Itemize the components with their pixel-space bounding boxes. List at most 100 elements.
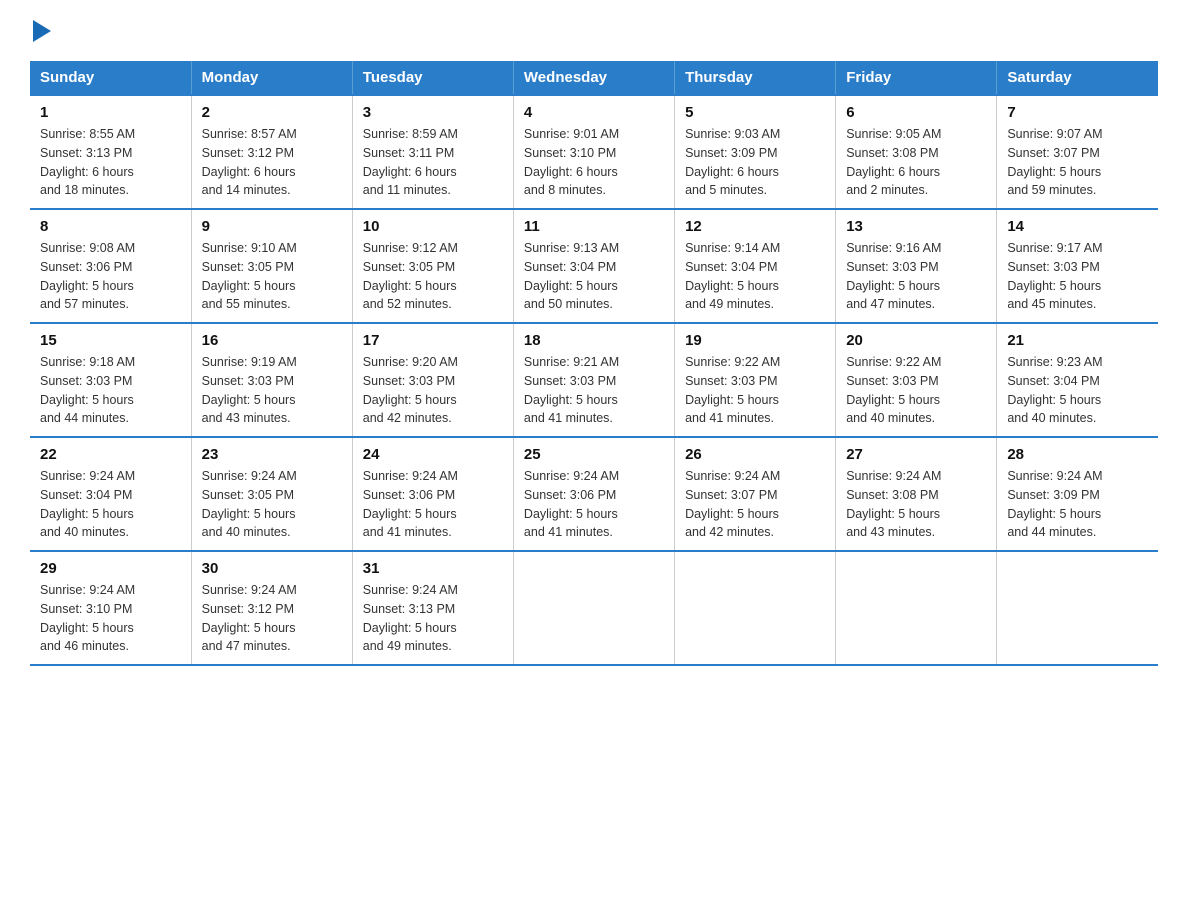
day-info: Sunrise: 9:07 AMSunset: 3:07 PMDaylight:… xyxy=(1007,125,1148,200)
day-number: 28 xyxy=(1007,446,1148,463)
day-number: 11 xyxy=(524,218,664,235)
calendar-table: SundayMondayTuesdayWednesdayThursdayFrid… xyxy=(30,61,1158,666)
day-number: 24 xyxy=(363,446,503,463)
calendar-cell: 10Sunrise: 9:12 AMSunset: 3:05 PMDayligh… xyxy=(352,209,513,323)
day-number: 14 xyxy=(1007,218,1148,235)
calendar-cell: 23 Sunrise: 9:24 AMSunset: 3:05 PMDayligh… xyxy=(191,437,352,551)
day-info: Sunrise: 9:23 AMSunset: 3:04 PMDaylight:… xyxy=(1007,353,1148,428)
calendar-cell xyxy=(513,551,674,665)
weekday-header-friday: Friday xyxy=(836,61,997,95)
day-info: Sunrise: 9:22 AMSunset: 3:03 PMDaylight:… xyxy=(685,353,825,428)
day-number: 29 xyxy=(40,560,181,577)
day-info: Sunrise: 9:24 AMSunset: 3:09 PMDaylight:… xyxy=(1007,467,1148,542)
day-info: Sunrise: 9:10 AMSunset: 3:05 PMDaylight:… xyxy=(202,239,342,314)
weekday-header-sunday: Sunday xyxy=(30,61,191,95)
logo-top xyxy=(30,20,51,47)
day-number: 17 xyxy=(363,332,503,349)
day-info: Sunrise: 9:24 AMSunset: 3:13 PMDaylight:… xyxy=(363,581,503,656)
calendar-cell: 1 Sunrise: 8:55 AMSunset: 3:13 PMDaylight… xyxy=(30,95,191,209)
calendar-cell: 25 Sunrise: 9:24 AMSunset: 3:06 PMDayligh… xyxy=(513,437,674,551)
calendar-cell: 29 Sunrise: 9:24 AMSunset: 3:10 PMDayligh… xyxy=(30,551,191,665)
week-row-3: 15Sunrise: 9:18 AMSunset: 3:03 PMDayligh… xyxy=(30,323,1158,437)
week-row-2: 8 Sunrise: 9:08 AMSunset: 3:06 PMDaylight… xyxy=(30,209,1158,323)
day-number: 12 xyxy=(685,218,825,235)
page-header xyxy=(30,20,1158,43)
calendar-cell: 13 Sunrise: 9:16 AMSunset: 3:03 PMDayligh… xyxy=(836,209,997,323)
calendar-cell: 8 Sunrise: 9:08 AMSunset: 3:06 PMDaylight… xyxy=(30,209,191,323)
calendar-cell: 16 Sunrise: 9:19 AMSunset: 3:03 PMDayligh… xyxy=(191,323,352,437)
week-row-1: 1 Sunrise: 8:55 AMSunset: 3:13 PMDaylight… xyxy=(30,95,1158,209)
day-number: 22 xyxy=(40,446,181,463)
calendar-cell: 6Sunrise: 9:05 AMSunset: 3:08 PMDaylight… xyxy=(836,95,997,209)
day-info: Sunrise: 8:57 AMSunset: 3:12 PMDaylight:… xyxy=(202,125,342,200)
day-number: 15 xyxy=(40,332,181,349)
day-info: Sunrise: 9:21 AMSunset: 3:03 PMDaylight:… xyxy=(524,353,664,428)
day-info: Sunrise: 9:24 AMSunset: 3:12 PMDaylight:… xyxy=(202,581,342,656)
calendar-cell: 17Sunrise: 9:20 AMSunset: 3:03 PMDayligh… xyxy=(352,323,513,437)
week-row-4: 22 Sunrise: 9:24 AMSunset: 3:04 PMDayligh… xyxy=(30,437,1158,551)
day-number: 4 xyxy=(524,104,664,121)
day-info: Sunrise: 9:22 AMSunset: 3:03 PMDaylight:… xyxy=(846,353,986,428)
day-number: 1 xyxy=(40,104,181,121)
day-number: 6 xyxy=(846,104,986,121)
day-number: 25 xyxy=(524,446,664,463)
day-info: Sunrise: 8:55 AMSunset: 3:13 PMDaylight:… xyxy=(40,125,181,200)
day-number: 19 xyxy=(685,332,825,349)
day-info: Sunrise: 8:59 AMSunset: 3:11 PMDaylight:… xyxy=(363,125,503,200)
weekday-header-thursday: Thursday xyxy=(675,61,836,95)
day-number: 21 xyxy=(1007,332,1148,349)
day-number: 23 xyxy=(202,446,342,463)
day-info: Sunrise: 9:08 AMSunset: 3:06 PMDaylight:… xyxy=(40,239,181,314)
day-number: 31 xyxy=(363,560,503,577)
day-number: 13 xyxy=(846,218,986,235)
day-info: Sunrise: 9:24 AMSunset: 3:06 PMDaylight:… xyxy=(363,467,503,542)
day-info: Sunrise: 9:24 AMSunset: 3:08 PMDaylight:… xyxy=(846,467,986,542)
calendar-cell: 22 Sunrise: 9:24 AMSunset: 3:04 PMDayligh… xyxy=(30,437,191,551)
calendar-cell: 26 Sunrise: 9:24 AMSunset: 3:07 PMDayligh… xyxy=(675,437,836,551)
weekday-header-monday: Monday xyxy=(191,61,352,95)
calendar-cell xyxy=(836,551,997,665)
calendar-cell: 7 Sunrise: 9:07 AMSunset: 3:07 PMDaylight… xyxy=(997,95,1158,209)
day-info: Sunrise: 9:14 AMSunset: 3:04 PMDaylight:… xyxy=(685,239,825,314)
calendar-cell: 21 Sunrise: 9:23 AMSunset: 3:04 PMDayligh… xyxy=(997,323,1158,437)
day-info: Sunrise: 9:17 AMSunset: 3:03 PMDaylight:… xyxy=(1007,239,1148,314)
day-number: 30 xyxy=(202,560,342,577)
calendar-cell: 18 Sunrise: 9:21 AMSunset: 3:03 PMDayligh… xyxy=(513,323,674,437)
weekday-header-row: SundayMondayTuesdayWednesdayThursdayFrid… xyxy=(30,61,1158,95)
day-info: Sunrise: 9:03 AMSunset: 3:09 PMDaylight:… xyxy=(685,125,825,200)
day-info: Sunrise: 9:24 AMSunset: 3:05 PMDaylight:… xyxy=(202,467,342,542)
day-info: Sunrise: 9:24 AMSunset: 3:07 PMDaylight:… xyxy=(685,467,825,542)
day-info: Sunrise: 9:19 AMSunset: 3:03 PMDaylight:… xyxy=(202,353,342,428)
calendar-cell: 20 Sunrise: 9:22 AMSunset: 3:03 PMDayligh… xyxy=(836,323,997,437)
calendar-cell: 12 Sunrise: 9:14 AMSunset: 3:04 PMDayligh… xyxy=(675,209,836,323)
day-number: 26 xyxy=(685,446,825,463)
calendar-cell: 5 Sunrise: 9:03 AMSunset: 3:09 PMDaylight… xyxy=(675,95,836,209)
day-number: 18 xyxy=(524,332,664,349)
calendar-cell: 24 Sunrise: 9:24 AMSunset: 3:06 PMDayligh… xyxy=(352,437,513,551)
calendar-cell: 31 Sunrise: 9:24 AMSunset: 3:13 PMDayligh… xyxy=(352,551,513,665)
day-info: Sunrise: 9:24 AMSunset: 3:06 PMDaylight:… xyxy=(524,467,664,542)
calendar-cell: 3Sunrise: 8:59 AMSunset: 3:11 PMDaylight… xyxy=(352,95,513,209)
calendar-cell: 27 Sunrise: 9:24 AMSunset: 3:08 PMDayligh… xyxy=(836,437,997,551)
day-info: Sunrise: 9:13 AMSunset: 3:04 PMDaylight:… xyxy=(524,239,664,314)
logo-triangle-icon xyxy=(33,20,51,42)
day-number: 20 xyxy=(846,332,986,349)
day-number: 10 xyxy=(363,218,503,235)
day-info: Sunrise: 9:24 AMSunset: 3:10 PMDaylight:… xyxy=(40,581,181,656)
day-number: 5 xyxy=(685,104,825,121)
calendar-cell xyxy=(675,551,836,665)
day-info: Sunrise: 9:16 AMSunset: 3:03 PMDaylight:… xyxy=(846,239,986,314)
day-number: 16 xyxy=(202,332,342,349)
day-number: 7 xyxy=(1007,104,1148,121)
day-info: Sunrise: 9:24 AMSunset: 3:04 PMDaylight:… xyxy=(40,467,181,542)
day-number: 27 xyxy=(846,446,986,463)
day-info: Sunrise: 9:01 AMSunset: 3:10 PMDaylight:… xyxy=(524,125,664,200)
calendar-cell xyxy=(997,551,1158,665)
calendar-cell: 14 Sunrise: 9:17 AMSunset: 3:03 PMDayligh… xyxy=(997,209,1158,323)
calendar-cell: 30 Sunrise: 9:24 AMSunset: 3:12 PMDayligh… xyxy=(191,551,352,665)
calendar-cell: 19 Sunrise: 9:22 AMSunset: 3:03 PMDayligh… xyxy=(675,323,836,437)
calendar-cell: 15Sunrise: 9:18 AMSunset: 3:03 PMDayligh… xyxy=(30,323,191,437)
calendar-cell: 28 Sunrise: 9:24 AMSunset: 3:09 PMDayligh… xyxy=(997,437,1158,551)
week-row-5: 29 Sunrise: 9:24 AMSunset: 3:10 PMDayligh… xyxy=(30,551,1158,665)
day-number: 8 xyxy=(40,218,181,235)
